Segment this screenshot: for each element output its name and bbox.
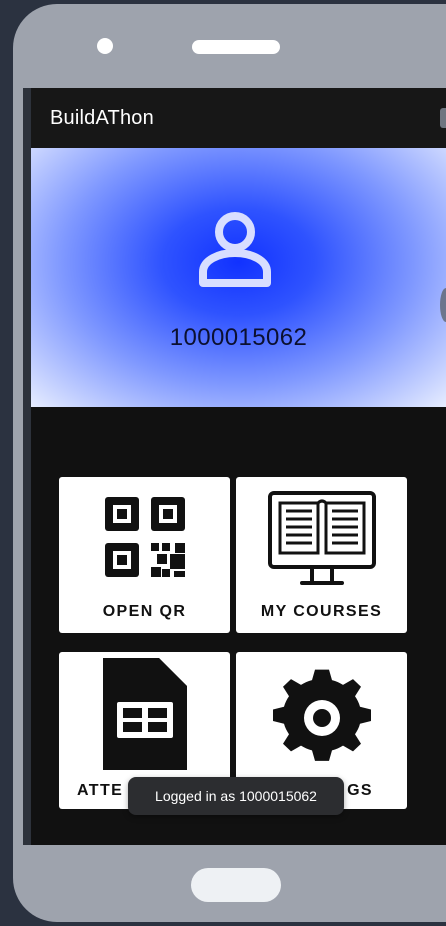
settings-label: GS — [347, 782, 373, 799]
home-button[interactable] — [191, 868, 281, 902]
profile-banner: 1000015062 — [31, 148, 446, 407]
app-title: BuildAThon — [50, 106, 154, 129]
toast-message: Logged in as 1000015062 — [155, 788, 317, 804]
my-courses-tile[interactable]: MY COURSES — [236, 477, 407, 633]
screen-left-strip — [23, 88, 31, 845]
app-screen: BuildAThon 1000015062 OPEN QR MY COURSES… — [23, 88, 446, 845]
user-id-label: 1000015062 — [169, 324, 308, 351]
attendance-label: ATTE — [77, 782, 124, 799]
gear-icon — [272, 669, 371, 761]
my-courses-label: MY COURSES — [260, 603, 383, 620]
front-camera-icon — [97, 38, 113, 54]
speaker-grille — [192, 40, 280, 54]
spreadsheet-icon — [102, 658, 187, 770]
person-icon — [199, 212, 271, 287]
floating-bubble-icon[interactable] — [440, 288, 446, 322]
qr-code-icon — [104, 497, 185, 577]
overflow-menu-icon[interactable] — [440, 108, 446, 128]
open-qr-tile[interactable]: OPEN QR — [59, 477, 230, 633]
login-toast: Logged in as 1000015062 — [128, 777, 344, 815]
open-qr-label: OPEN QR — [102, 603, 187, 620]
course-monitor-icon — [267, 491, 376, 585]
app-bar: BuildAThon — [31, 88, 446, 148]
